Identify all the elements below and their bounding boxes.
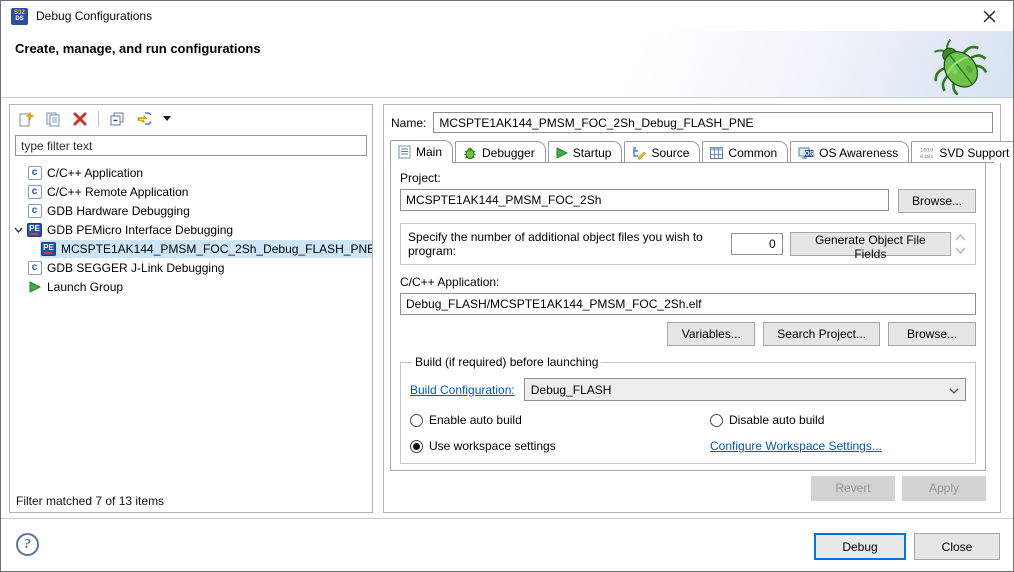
use-workspace-settings-radio[interactable]: Use workspace settings: [410, 439, 710, 453]
disable-auto-build-radio[interactable]: Disable auto build: [710, 413, 966, 427]
tree-item-selected-configuration[interactable]: PE MCSPTE1AK144_PMSM_FOC_2Sh_Debug_FLASH…: [10, 239, 372, 258]
header-banner: Create, manage, and run configurations: [1, 31, 1013, 98]
filter-field-wrap: [15, 135, 367, 156]
tree-item-launch-group[interactable]: Launch Group: [10, 277, 372, 296]
chevron-down-icon: [949, 383, 959, 397]
tab-svd-support[interactable]: 10100101 SVD Support: [911, 141, 1014, 163]
configurations-panel: c C/C++ Application c C/C++ Remote Appli…: [9, 104, 373, 513]
tree-item-gdb-segger[interactable]: c GDB SEGGER J-Link Debugging: [10, 258, 372, 277]
tab-source[interactable]: Source: [624, 141, 700, 163]
titlebar: S32DS Debug Configurations: [1, 1, 1013, 31]
help-icon[interactable]: ?: [16, 533, 39, 556]
svg-text:OS: OS: [805, 151, 814, 157]
tab-main-content: Project: Browse... Specify the number of…: [390, 163, 986, 471]
project-label: Project:: [400, 171, 976, 185]
project-input[interactable]: [400, 189, 889, 211]
project-browse-button[interactable]: Browse...: [898, 189, 976, 213]
cpp-application-label: C/C++ Application:: [400, 275, 976, 289]
c-cpp-icon: c: [27, 203, 42, 218]
duplicate-configuration-button[interactable]: [43, 109, 63, 129]
spin-down-icon[interactable]: [955, 247, 966, 254]
delete-configuration-button[interactable]: [70, 109, 90, 129]
filter-configurations-button[interactable]: [134, 109, 154, 129]
close-button[interactable]: Close: [914, 533, 1000, 560]
tab-os-awareness[interactable]: OS OS Awareness: [790, 141, 909, 163]
svg-text:0101: 0101: [920, 153, 934, 159]
window-title: Debug Configurations: [36, 9, 152, 23]
configurations-tree: c C/C++ Application c C/C++ Remote Appli…: [10, 158, 372, 490]
config-tabbar: Main Debugger Startup Source Common: [390, 140, 994, 163]
pemicro-icon: PE: [41, 241, 56, 256]
tab-startup[interactable]: Startup: [548, 141, 623, 163]
c-cpp-icon: c: [27, 184, 42, 199]
build-configuration-link[interactable]: Build Configuration:: [410, 383, 515, 397]
search-project-button[interactable]: Search Project...: [763, 322, 880, 346]
toolbar-menu-button[interactable]: [161, 109, 173, 129]
radio-selected-icon: [410, 440, 423, 453]
tree-item-gdb-hardware-debugging[interactable]: c GDB Hardware Debugging: [10, 201, 372, 220]
toolbar-separator: [98, 111, 99, 127]
launch-group-icon: [27, 279, 42, 294]
dialog-body: c C/C++ Application c C/C++ Remote Appli…: [1, 99, 1014, 518]
filter-input[interactable]: [15, 135, 367, 156]
cpp-application-input[interactable]: [400, 293, 976, 315]
build-group-legend: Build (if required) before launching: [412, 355, 601, 369]
page-title: Create, manage, and run configurations: [15, 41, 261, 56]
build-before-launch-group: Build (if required) before launching Bui…: [400, 355, 976, 464]
tree-item-cpp-application[interactable]: c C/C++ Application: [10, 163, 372, 182]
tab-source-icon: [632, 146, 646, 160]
variables-button[interactable]: Variables...: [667, 322, 755, 346]
app-icon: S32DS: [11, 8, 28, 25]
tab-debugger[interactable]: Debugger: [455, 141, 546, 163]
collapse-all-button[interactable]: [107, 109, 127, 129]
revert-button[interactable]: Revert: [811, 476, 895, 501]
expander-chevron-icon[interactable]: [10, 227, 26, 233]
tab-common[interactable]: Common: [702, 141, 788, 163]
c-cpp-icon: c: [27, 260, 42, 275]
configurations-toolbar: [10, 105, 372, 132]
dialog-footer: ? Debug Close: [1, 518, 1014, 572]
tab-main-icon: [398, 145, 411, 159]
name-input[interactable]: [433, 112, 993, 133]
new-configuration-button[interactable]: [16, 109, 36, 129]
pemicro-icon: PE: [27, 222, 42, 237]
tab-svd-support-icon: 10100101: [919, 146, 934, 159]
tree-item-gdb-pemicro[interactable]: PE GDB PEMicro Interface Debugging: [10, 220, 372, 239]
apply-button[interactable]: Apply: [902, 476, 986, 501]
object-files-group: Specify the number of additional object …: [400, 223, 976, 265]
build-configuration-select[interactable]: Debug_FLASH: [524, 378, 966, 401]
spin-up-icon[interactable]: [955, 234, 966, 241]
debug-bug-image: [927, 33, 991, 98]
app-browse-button[interactable]: Browse...: [888, 322, 976, 346]
configure-workspace-settings-link[interactable]: Configure Workspace Settings...: [710, 439, 882, 453]
tree-item-cpp-remote-application[interactable]: c C/C++ Remote Application: [10, 182, 372, 201]
debug-button[interactable]: Debug: [814, 533, 906, 560]
tab-main[interactable]: Main: [390, 140, 453, 163]
tab-debugger-icon: [463, 146, 477, 160]
configuration-detail-panel: Name: Main Debugger Startup S: [383, 104, 1001, 513]
debug-configurations-dialog: S32DS Debug Configurations Create, manag…: [0, 0, 1014, 572]
filter-status-text: Filter matched 7 of 13 items: [10, 490, 372, 512]
radio-icon: [710, 414, 723, 427]
name-label: Name:: [391, 116, 426, 130]
enable-auto-build-radio[interactable]: Enable auto build: [410, 413, 710, 427]
tab-os-awareness-icon: OS: [798, 146, 814, 160]
c-cpp-icon: c: [27, 165, 42, 180]
group-spinner: [951, 234, 971, 254]
tab-startup-icon: [556, 147, 568, 159]
tab-common-icon: [710, 147, 723, 159]
object-files-count-input[interactable]: [731, 233, 783, 255]
close-icon[interactable]: [975, 4, 1003, 28]
object-files-label: Specify the number of additional object …: [408, 230, 724, 258]
revert-apply-row: Revert Apply: [390, 471, 994, 505]
generate-object-file-fields-button[interactable]: Generate Object File Fields: [790, 232, 951, 256]
radio-icon: [410, 414, 423, 427]
